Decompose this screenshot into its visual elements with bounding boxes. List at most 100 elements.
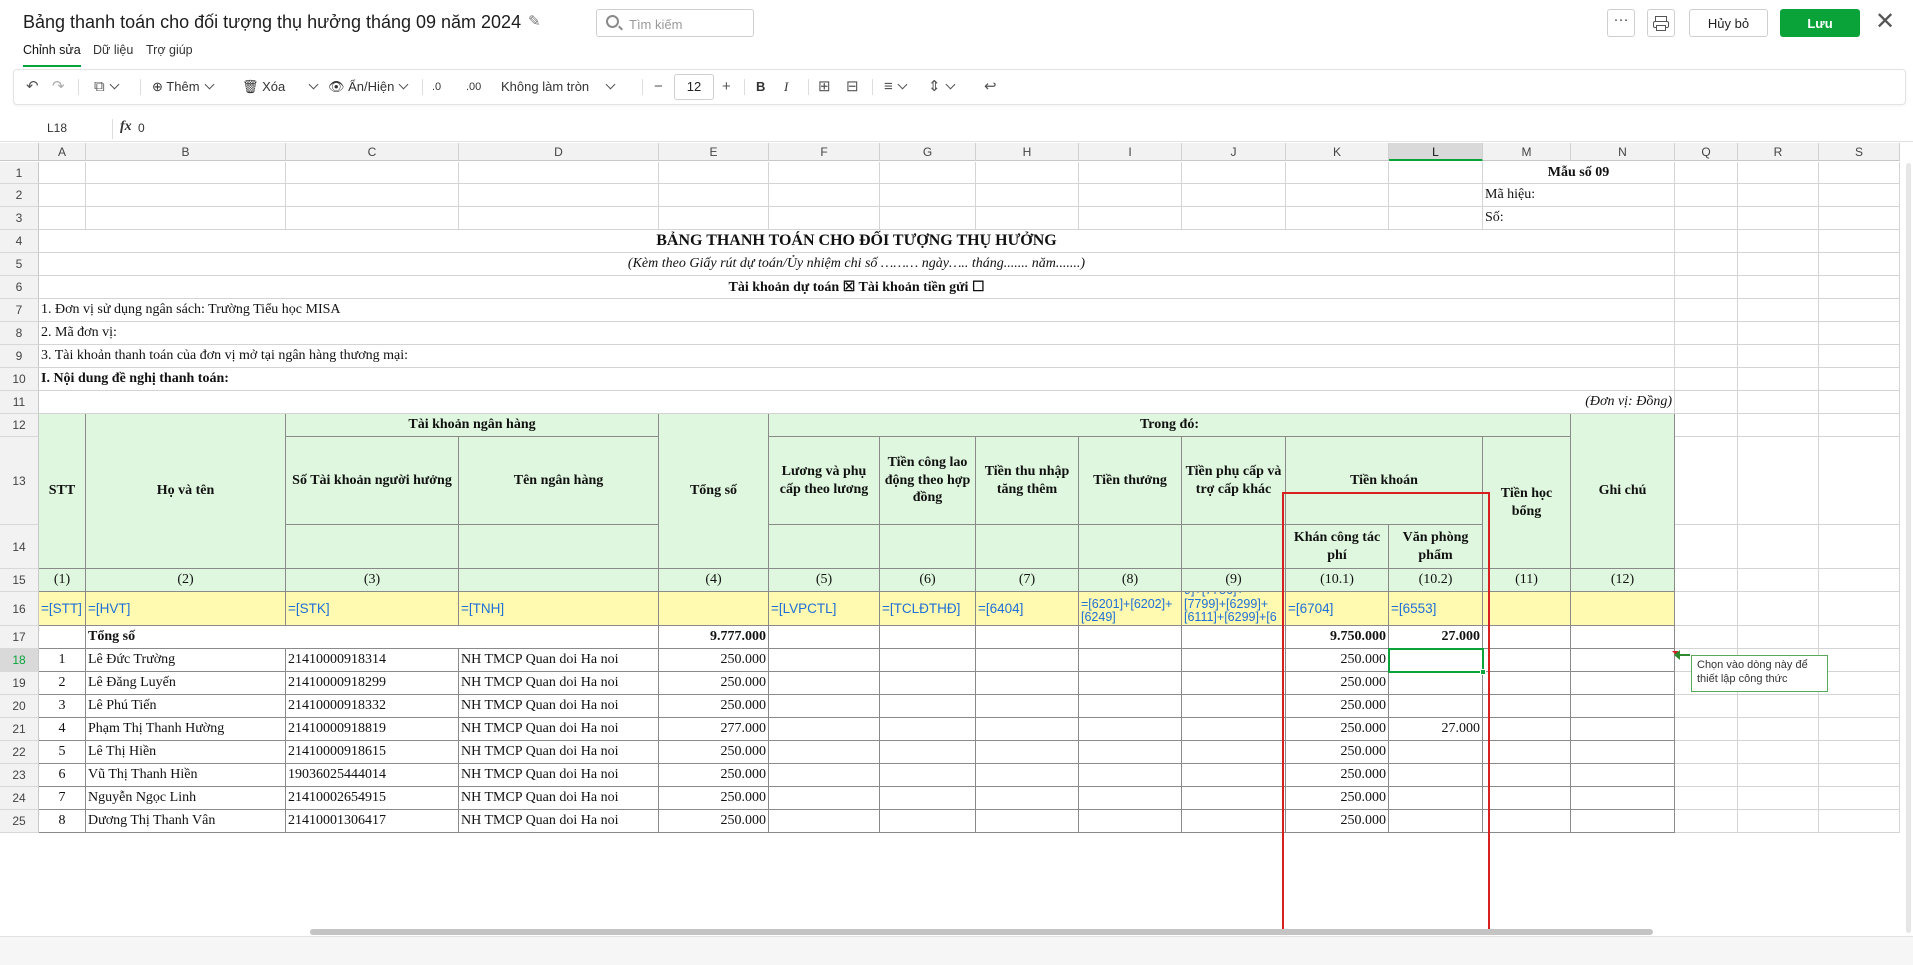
header-hoc-bong[interactable]: Tiền học bổng: [1483, 437, 1571, 569]
formula-cell[interactable]: [659, 592, 769, 626]
header-bank-name[interactable]: Tên ngân hàng: [459, 437, 659, 525]
total-cell[interactable]: 250.000: [659, 810, 769, 833]
row-header[interactable]: 24: [0, 787, 39, 810]
account-cell[interactable]: 21410000918615: [286, 741, 459, 764]
total-cell[interactable]: 250.000: [659, 787, 769, 810]
cell[interactable]: [1675, 787, 1738, 810]
header-i[interactable]: Tiền thưởng: [1079, 437, 1182, 525]
cell[interactable]: [459, 162, 659, 184]
cell[interactable]: [1079, 207, 1182, 230]
cell[interactable]: [976, 626, 1079, 649]
minus-icon[interactable]: −: [654, 70, 663, 104]
cell[interactable]: [976, 184, 1079, 207]
cell[interactable]: [1738, 437, 1819, 525]
cell[interactable]: [1819, 184, 1900, 207]
bold-icon[interactable]: B: [756, 70, 765, 104]
cell[interactable]: [1675, 592, 1738, 626]
cell[interactable]: [1483, 764, 1571, 787]
cell[interactable]: [880, 810, 976, 833]
cell[interactable]: [1182, 672, 1286, 695]
cancel-button[interactable]: Hủy bỏ: [1689, 9, 1768, 37]
account-cell[interactable]: 21410002654915: [286, 787, 459, 810]
index-cell[interactable]: (5): [769, 569, 880, 592]
index-cell[interactable]: (11): [1483, 569, 1571, 592]
index-cell[interactable]: (6): [880, 569, 976, 592]
account-type[interactable]: Tài khoản dự toán ☒ Tài khoản tiền gửi ☐: [39, 276, 1675, 299]
row-header[interactable]: 14: [0, 525, 39, 569]
cell[interactable]: [1675, 626, 1738, 649]
cell[interactable]: [659, 184, 769, 207]
header-j[interactable]: Tiền phụ cấp và trợ cấp khác: [1182, 437, 1286, 525]
cell[interactable]: [1819, 569, 1900, 592]
more-options-button[interactable]: ···: [1607, 9, 1635, 37]
cell[interactable]: [1182, 207, 1286, 230]
cell[interactable]: [1675, 391, 1738, 414]
cell[interactable]: [1738, 787, 1819, 810]
undo-icon[interactable]: ↶: [26, 70, 39, 104]
header-total[interactable]: Tổng số: [659, 414, 769, 569]
cell[interactable]: [1389, 207, 1483, 230]
cell[interactable]: [769, 718, 880, 741]
cell[interactable]: [286, 162, 459, 184]
column-header[interactable]: E: [659, 143, 769, 161]
cell[interactable]: [1738, 184, 1819, 207]
stt-cell[interactable]: 6: [39, 764, 86, 787]
cell[interactable]: [1079, 672, 1182, 695]
sheet-subtitle[interactable]: (Kèm theo Giấy rút dự toán/Ủy nhiệm chi …: [39, 253, 1675, 276]
cell[interactable]: [880, 184, 976, 207]
account-cell[interactable]: 19036025444014: [286, 764, 459, 787]
increase-decimal-icon[interactable]: .00: [466, 70, 481, 104]
save-button[interactable]: Lưu: [1780, 9, 1860, 37]
column-header[interactable]: J: [1182, 143, 1286, 161]
index-cell[interactable]: (1): [39, 569, 86, 592]
section-heading[interactable]: I. Nội dung đề nghị thanh toán:: [39, 368, 1675, 391]
cell[interactable]: [880, 764, 976, 787]
cell[interactable]: [286, 184, 459, 207]
cell[interactable]: [976, 787, 1079, 810]
copy-icon[interactable]: ⧉: [94, 70, 120, 104]
row-header[interactable]: 23: [0, 764, 39, 787]
cell[interactable]: [1079, 184, 1182, 207]
cell[interactable]: [1675, 345, 1738, 368]
row-header[interactable]: 2: [0, 184, 39, 207]
cell[interactable]: [86, 207, 286, 230]
cell[interactable]: [286, 207, 459, 230]
header-cell[interactable]: [459, 525, 659, 569]
row-header[interactable]: 19: [0, 672, 39, 695]
cell[interactable]: [880, 787, 976, 810]
cell[interactable]: [1079, 741, 1182, 764]
column-header[interactable]: K: [1286, 143, 1389, 161]
search-input[interactable]: [629, 14, 747, 34]
cell[interactable]: [1182, 810, 1286, 833]
cell[interactable]: [1819, 368, 1900, 391]
account-cell[interactable]: 21410000918332: [286, 695, 459, 718]
cell[interactable]: [1675, 718, 1738, 741]
cell[interactable]: [1738, 230, 1819, 253]
row-header[interactable]: 21: [0, 718, 39, 741]
cell[interactable]: [1819, 299, 1900, 322]
cell[interactable]: [769, 207, 880, 230]
cell[interactable]: [1738, 741, 1819, 764]
cell[interactable]: [769, 162, 880, 184]
bank-account-line[interactable]: 3. Tài khoản thanh toán của đơn vị mở tạ…: [39, 345, 1675, 368]
total-cell[interactable]: 277.000: [659, 718, 769, 741]
cell[interactable]: [86, 162, 286, 184]
cell[interactable]: [1571, 695, 1675, 718]
cell[interactable]: [1286, 207, 1389, 230]
cell[interactable]: [880, 626, 976, 649]
header-cell[interactable]: [286, 525, 459, 569]
index-cell[interactable]: (7): [976, 569, 1079, 592]
cell[interactable]: [1675, 368, 1738, 391]
cell[interactable]: [1738, 718, 1819, 741]
index-cell[interactable]: (12): [1571, 569, 1675, 592]
tab-edit[interactable]: Chỉnh sửa: [23, 43, 81, 57]
cell[interactable]: [659, 207, 769, 230]
borders-icon[interactable]: ⊞: [818, 70, 831, 104]
formula-cell[interactable]: =[6404]: [976, 592, 1079, 626]
cell[interactable]: [769, 626, 880, 649]
index-cell[interactable]: (9): [1182, 569, 1286, 592]
cell[interactable]: [659, 162, 769, 184]
cell[interactable]: [1571, 649, 1675, 672]
name-cell[interactable]: Nguyễn Ngọc Linh: [86, 787, 286, 810]
cell[interactable]: [976, 810, 1079, 833]
